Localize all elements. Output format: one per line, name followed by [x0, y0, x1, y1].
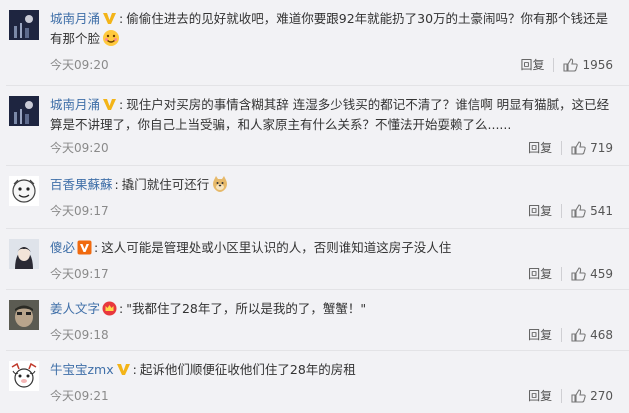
divider — [561, 388, 563, 403]
comment-time: 今天09:17 — [50, 267, 109, 281]
thumbs-up-icon — [571, 327, 586, 342]
comment-content: 城南月涌: 偷偷住进去的见好就收吧，难道你要跟92年就能扔了30万的土豪闹吗？你有… — [50, 11, 609, 46]
comment-content: 牛宝宝zmx: 起诉他们顺便征收他们住了28年的房租 — [50, 362, 356, 377]
comment-text: 这人可能是管理处或小区里认识的人，否则谁知道这房子没人住 — [101, 240, 452, 255]
reply-button[interactable]: 回复 — [520, 56, 544, 73]
smile-emoji-icon — [103, 30, 120, 46]
reply-button[interactable]: 回复 — [528, 265, 552, 282]
like-button[interactable]: 270 — [571, 389, 613, 403]
comment-text: 偷偷住进去的见好就收吧，难道你要跟92年就能扔了30万的土豪闹吗？你有那个钱还是… — [50, 11, 609, 46]
like-button[interactable]: 459 — [571, 267, 613, 281]
comment-item: 城南月涌: 偷偷住进去的见好就收吧，难道你要跟92年就能扔了30万的土豪闹吗？你有… — [0, 0, 629, 86]
thumbs-up-icon — [571, 203, 586, 218]
comment-content: 城南月涌: 现住户对买房的事情含糊其辞 连湿多少钱买的都记不清了？谁信啊 明显有猫… — [50, 97, 610, 132]
comment-item: 傻必: 这人可能是管理处或小区里认识的人，否则谁知道这房子没人住 今天09:17 … — [0, 229, 629, 290]
avatar[interactable] — [9, 176, 39, 206]
username-link[interactable]: 姜人文字 — [50, 301, 100, 316]
like-button[interactable]: 1956 — [563, 58, 613, 72]
like-button[interactable]: 541 — [571, 204, 613, 218]
avatar[interactable] — [9, 96, 39, 126]
comment-content: 百香果蘇蘇: 撬门就住可还行 — [50, 175, 620, 195]
divider — [553, 57, 555, 72]
like-count: 270 — [590, 388, 613, 403]
comment-time: 今天09:21 — [50, 389, 109, 403]
gold-v-icon — [103, 13, 117, 24]
comment-text: "我都住了28年了，所以是我的了，蟹蟹！" — [126, 301, 367, 316]
comment-time: 今天09:18 — [50, 328, 109, 342]
like-count: 541 — [590, 203, 613, 218]
reply-button[interactable]: 回复 — [528, 139, 552, 156]
orange-v-icon — [77, 240, 92, 255]
comment-actions: 回复 541 — [528, 202, 613, 219]
comment-actions: 回复 1956 — [520, 56, 613, 73]
reply-button[interactable]: 回复 — [528, 387, 552, 404]
username-link[interactable]: 百香果蘇蘇 — [50, 177, 113, 192]
comment-item: 百香果蘇蘇: 撬门就住可还行 今天09:17 回复 541 — [0, 166, 629, 229]
username-link[interactable]: 牛宝宝zmx — [50, 362, 114, 377]
comment-time: 今天09:20 — [50, 58, 109, 72]
like-button[interactable]: 719 — [571, 141, 613, 155]
thumbs-up-icon — [563, 57, 579, 72]
thumbs-up-icon — [571, 266, 586, 281]
comment-item: 牛宝宝zmx: 起诉他们顺便征收他们住了28年的房租 今天09:21 回复 270 — [0, 351, 629, 413]
avatar[interactable] — [9, 10, 39, 40]
comment-content: 姜人文字: "我都住了28年了，所以是我的了，蟹蟹！" — [50, 301, 367, 316]
comment-time: 今天09:17 — [50, 204, 109, 218]
gold-v-icon — [116, 364, 130, 375]
comment-text: 撬门就住可还行 — [121, 177, 210, 192]
avatar[interactable] — [9, 300, 39, 330]
comment-item: 城南月涌: 现住户对买房的事情含糊其辞 连湿多少钱买的都记不清了？谁信啊 明显有猫… — [0, 86, 629, 166]
comment-content: 傻必: 这人可能是管理处或小区里认识的人，否则谁知道这房子没人住 — [50, 240, 452, 255]
reply-button[interactable]: 回复 — [528, 326, 552, 343]
comment-time: 今天09:20 — [50, 141, 109, 155]
like-button[interactable]: 468 — [571, 328, 613, 342]
like-count: 468 — [590, 327, 613, 342]
red-crown-icon — [102, 301, 117, 316]
like-count: 1956 — [582, 57, 613, 72]
username-link[interactable]: 城南月涌 — [50, 11, 100, 26]
comment-actions: 回复 719 — [528, 139, 613, 156]
comment-list: 城南月涌: 偷偷住进去的见好就收吧，难道你要跟92年就能扔了30万的土豪闹吗？你有… — [0, 0, 629, 413]
doge-emoji-icon — [213, 176, 228, 192]
comment-text: 起诉他们顺便征收他们住了28年的房租 — [139, 362, 356, 377]
gold-v-icon — [103, 99, 117, 110]
thumbs-up-icon — [571, 388, 586, 403]
comment-actions: 回复 459 — [528, 265, 613, 282]
comment-actions: 回复 468 — [528, 326, 613, 343]
like-count: 459 — [590, 266, 613, 281]
divider — [561, 140, 563, 155]
comment-item: 姜人文字: "我都住了28年了，所以是我的了，蟹蟹！" 今天09:18 回复 46… — [0, 290, 629, 351]
divider — [561, 266, 563, 281]
comment-actions: 回复 270 — [528, 387, 613, 404]
divider — [561, 203, 563, 218]
avatar[interactable] — [9, 361, 39, 391]
thumbs-up-icon — [571, 140, 586, 155]
username-link[interactable]: 城南月涌 — [50, 97, 100, 112]
username-link[interactable]: 傻必 — [50, 240, 75, 255]
comment-text: 现住户对买房的事情含糊其辞 连湿多少钱买的都记不清了？谁信啊 明显有猫腻，这已经… — [50, 97, 610, 132]
divider — [561, 327, 563, 342]
like-count: 719 — [590, 140, 613, 155]
avatar[interactable] — [9, 239, 39, 269]
reply-button[interactable]: 回复 — [528, 202, 552, 219]
